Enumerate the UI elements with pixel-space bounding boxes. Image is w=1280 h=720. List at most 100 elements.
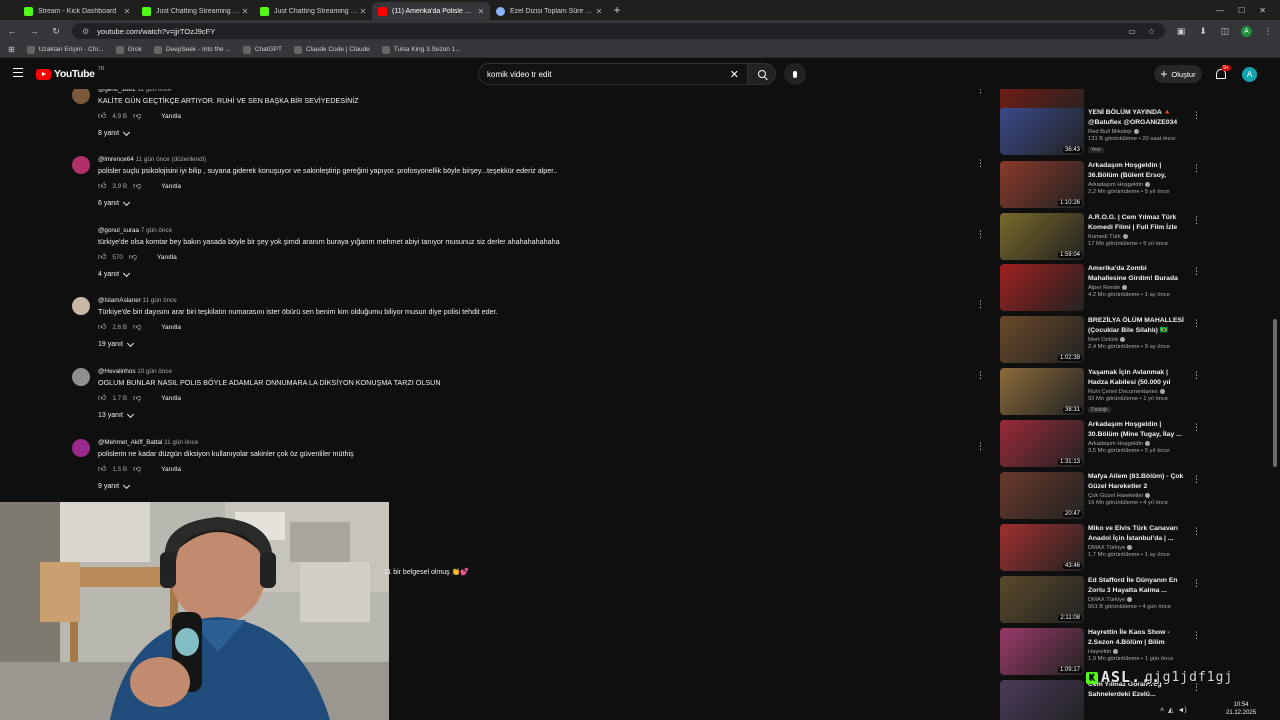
search-button[interactable]: [748, 63, 776, 85]
comment-time[interactable]: 11 gün önce: [143, 297, 177, 304]
comment-time[interactable]: 7 gün önce: [141, 227, 172, 234]
video-thumbnail[interactable]: 1:09:17: [1000, 628, 1084, 675]
like-icon[interactable]: 👍︎: [98, 111, 106, 121]
close-tab-icon[interactable]: ✕: [476, 7, 486, 16]
browser-tab[interactable]: Just Chatting Streaming - Live✕: [254, 2, 372, 20]
comment-avatar[interactable]: [72, 368, 90, 386]
video-title[interactable]: Miko ve Elvis Türk Canavarı Anadol İçin …: [1088, 524, 1184, 544]
bookmark-item[interactable]: Grok: [115, 45, 142, 54]
comment-author[interactable]: @gonul_suraa: [98, 227, 139, 234]
cast-icon[interactable]: ▭: [1128, 27, 1136, 36]
video-menu-icon[interactable]: ⋮: [1192, 370, 1200, 381]
comment-avatar[interactable]: [72, 297, 90, 315]
reply-button[interactable]: Yanıtla: [157, 254, 177, 261]
dislike-icon[interactable]: 👎︎: [133, 393, 141, 403]
video-thumbnail[interactable]: 1:10:26: [1000, 161, 1084, 208]
close-window-button[interactable]: ✕: [1259, 6, 1266, 15]
video-menu-icon[interactable]: ⋮: [1192, 474, 1200, 485]
video-thumbnail[interactable]: 38:31: [1000, 368, 1084, 415]
channel-name[interactable]: Çok Güzel Hareketler: [1088, 493, 1184, 499]
comment-avatar[interactable]: [72, 89, 90, 104]
video-menu-icon[interactable]: ⋮: [1192, 215, 1200, 226]
dislike-icon[interactable]: 👎︎: [133, 322, 141, 332]
video-thumbnail[interactable]: 1:02:39: [1000, 316, 1084, 363]
video-menu-icon[interactable]: ⋮: [1192, 526, 1200, 537]
browser-menu-icon[interactable]: ⋮: [1262, 26, 1274, 37]
clear-search-icon[interactable]: ✕: [730, 68, 739, 81]
like-icon[interactable]: 👍︎: [98, 322, 106, 332]
dislike-icon[interactable]: 👎︎: [129, 252, 137, 262]
address-bar[interactable]: ⚙ youtube.com/watch?v=jjrTOzJ9cFY ▭ ☆: [72, 23, 1165, 39]
close-tab-icon[interactable]: ✕: [358, 7, 368, 16]
channel-name[interactable]: Arkadaşım Hoşgeldin: [1088, 182, 1184, 188]
back-icon[interactable]: ←: [6, 26, 18, 36]
apps-grid-icon[interactable]: ⊞: [8, 45, 15, 54]
comment-time[interactable]: 11 gün önce (düzenlendi): [136, 156, 207, 163]
video-thumbnail[interactable]: [1000, 680, 1084, 720]
video-title[interactable]: A.R.O.G. | Cem Yılmaz Türk Komedi Filmi …: [1088, 213, 1184, 233]
scrollbar-thumb[interactable]: [1273, 319, 1277, 467]
split-icon[interactable]: ◫: [1219, 26, 1231, 37]
bookmark-star-icon[interactable]: ☆: [1148, 27, 1155, 36]
extensions-icon[interactable]: ▣: [1175, 26, 1187, 37]
show-replies-button[interactable]: 9 yanıt: [98, 481, 131, 490]
menu-icon[interactable]: [13, 68, 23, 77]
profile-avatar[interactable]: A: [1241, 25, 1252, 37]
reply-button[interactable]: Yanıtla: [161, 113, 181, 120]
browser-tab[interactable]: Stream - Kick Dashboard ✕: [18, 2, 136, 20]
channel-name[interactable]: DMAX Türkiye: [1088, 545, 1184, 551]
comment-author[interactable]: @genc_1881: [98, 89, 136, 93]
like-icon[interactable]: 👍︎: [98, 464, 106, 474]
comment-author[interactable]: @Hevalinhos: [98, 368, 136, 375]
youtube-logo[interactable]: YouTube TR: [36, 66, 104, 80]
taskbar-clock[interactable]: 10:54 21.12.2025: [1226, 701, 1256, 717]
channel-name[interactable]: DMAX Türkiye: [1088, 597, 1184, 603]
recommended-video[interactable]: 1:59:04 A.R.O.G. | Cem Yılmaz Türk Komedi…: [1000, 213, 1200, 263]
bookmark-item[interactable]: ChatGPT: [242, 45, 282, 54]
video-menu-icon[interactable]: ⋮: [1192, 630, 1200, 641]
show-replies-button[interactable]: 6 yanıt: [98, 198, 131, 207]
video-thumbnail[interactable]: 1:59:04: [1000, 213, 1084, 260]
close-tab-icon[interactable]: ✕: [122, 7, 132, 16]
video-title[interactable]: Arkadaşım Hoşgeldin | 36.Bölüm (Bülent E…: [1088, 161, 1184, 181]
channel-name[interactable]: Hayrettin: [1088, 649, 1184, 655]
video-title[interactable]: Mafya Ailem (83.Bölüm) - Çok Güzel Harek…: [1088, 472, 1184, 492]
channel-name[interactable]: Arkadaşım Hoşgeldin: [1088, 441, 1184, 447]
comment-time[interactable]: 11 gün önce: [137, 89, 171, 93]
video-menu-icon[interactable]: ⋮: [1192, 110, 1200, 121]
channel-name[interactable]: Komedi Türk: [1088, 234, 1184, 240]
recommended-video[interactable]: 1:10:26 Arkadaşım Hoşgeldin | 36.Bölüm (B…: [1000, 161, 1200, 211]
video-title[interactable]: Amerika'da Zombi Mahallesine Girdim! Bur…: [1088, 264, 1184, 284]
video-thumbnail[interactable]: 2:11:08: [1000, 576, 1084, 623]
show-replies-button[interactable]: 19 yanıt: [98, 339, 134, 348]
bookmark-item[interactable]: Uzaktan Erişim - Chr...: [26, 45, 104, 54]
browser-tab[interactable]: (11) Amerika'da Polisle Gece De✕: [372, 2, 490, 20]
video-thumbnail[interactable]: 20:47: [1000, 472, 1084, 519]
recommended-video[interactable]: 43:46 Miko ve Elvis Türk Canavarı Anadol …: [1000, 524, 1200, 574]
reply-button[interactable]: Yanıtla: [161, 324, 181, 331]
recommended-video[interactable]: 20:47 Mafya Ailem (83.Bölüm) - Çok Güzel …: [1000, 472, 1200, 522]
video-menu-icon[interactable]: ⋮: [1192, 163, 1200, 174]
video-title[interactable]: Hayrettin İle Kaos Show - 2.Sezon 4.Bölü…: [1088, 628, 1184, 648]
comment-author[interactable]: @lmrence64: [98, 156, 134, 163]
video-menu-icon[interactable]: ⋮: [1192, 266, 1200, 277]
video-menu-icon[interactable]: ⋮: [1192, 422, 1200, 433]
video-title[interactable]: Arkadaşım Hoşgeldin | 30.Bölüm (Mine Tug…: [1088, 420, 1184, 440]
maximize-button[interactable]: ☐: [1238, 6, 1245, 15]
reply-button[interactable]: Yanıtla: [161, 183, 181, 190]
recommended-video[interactable]: Amerika'da Zombi Mahallesine Girdim! Bur…: [1000, 264, 1200, 314]
voice-search-button[interactable]: [784, 63, 806, 85]
reply-button[interactable]: Yanıtla: [161, 466, 181, 473]
network-icon[interactable]: ◭: [1168, 706, 1173, 714]
comment-author[interactable]: @IslamAslaner: [98, 297, 141, 304]
comment-author[interactable]: @Mehmet_Akiff_Battal: [98, 439, 162, 446]
tray-chevron-icon[interactable]: ˄: [1160, 707, 1164, 714]
page-scrollbar[interactable]: [1273, 89, 1277, 719]
video-thumbnail[interactable]: 1:31:13: [1000, 420, 1084, 467]
recommended-video[interactable]: 38:31 Yaşamak İçin Avlanmak | Hadza Kabil…: [1000, 368, 1200, 418]
dislike-icon[interactable]: 👎︎: [133, 111, 141, 121]
video-thumbnail[interactable]: 36:43: [1000, 108, 1084, 155]
close-tab-icon[interactable]: ✕: [594, 7, 604, 16]
downloads-icon[interactable]: ⬇: [1197, 26, 1209, 37]
like-icon[interactable]: 👍︎: [98, 252, 106, 262]
